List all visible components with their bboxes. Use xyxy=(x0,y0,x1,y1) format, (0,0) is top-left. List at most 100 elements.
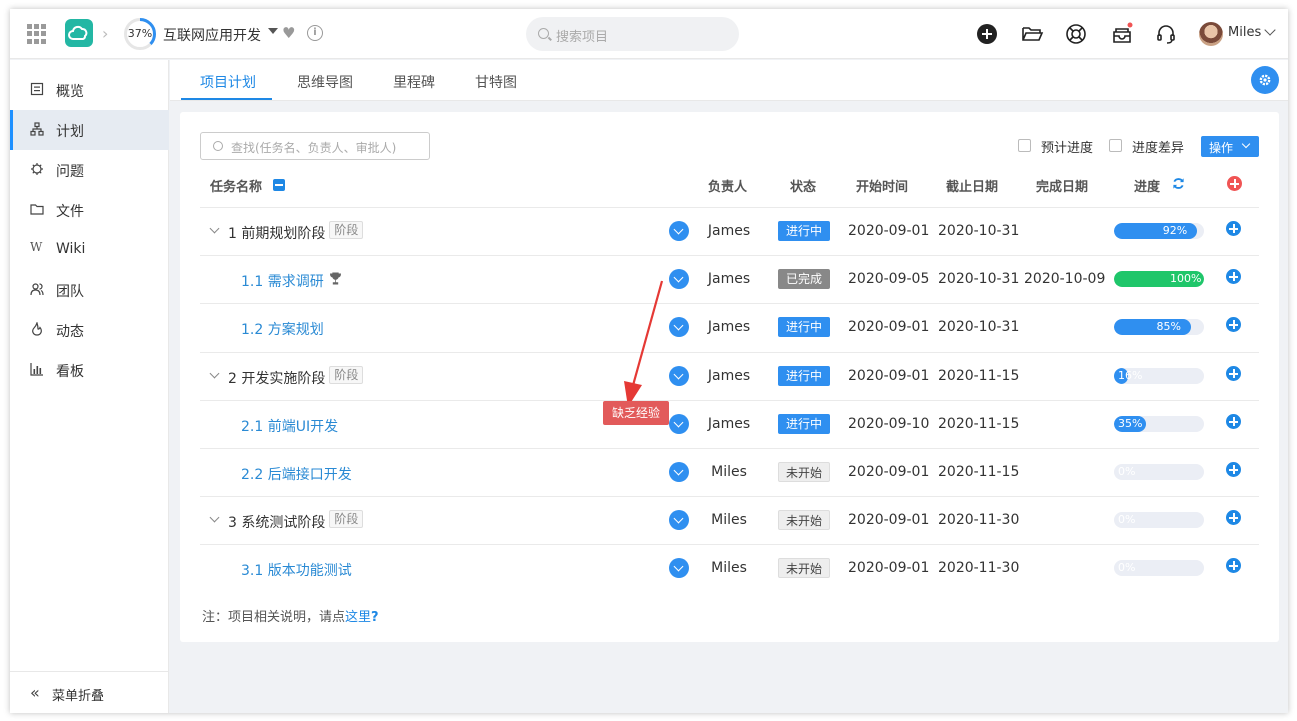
expand-chevron-icon[interactable] xyxy=(209,512,220,523)
project-dropdown-icon[interactable] xyxy=(268,28,278,34)
task-name[interactable]: 1.2 方案规划 xyxy=(241,319,324,339)
filter-placeholder: 查找(任务名、负责人、审批人) xyxy=(231,141,397,155)
sidebar-item-overview[interactable]: 概览 xyxy=(10,70,169,110)
add-subtask-icon[interactable] xyxy=(1226,366,1241,381)
task-filter-input[interactable]: 查找(任务名、负责人、审批人) xyxy=(200,132,430,160)
task-deadline: 2020-11-15 xyxy=(938,464,1020,480)
add-subtask-icon[interactable] xyxy=(1226,510,1241,525)
sidebar-item-label: 问题 xyxy=(56,164,84,180)
task-deadline: 2020-10-31 xyxy=(938,223,1020,239)
task-owner: James xyxy=(707,368,751,384)
stage-tag: 阶段 xyxy=(329,221,364,239)
table-row[interactable]: 2.1 前端UI开发 James 进行中 2020-09-10 2020-11-15 35… xyxy=(200,400,1259,448)
progress-text: 85% xyxy=(1156,320,1181,333)
table-row[interactable]: 2.2 后端接口开发 Miles 未开始 2020-09-01 2020-11-15 0% xyxy=(200,448,1259,496)
sidebar-item-label: 看板 xyxy=(56,364,84,380)
sidebar-item-plan[interactable]: 计划 xyxy=(10,110,169,150)
favorite-heart-icon[interactable]: ♥ xyxy=(282,24,295,42)
sidebar-item-label: 动态 xyxy=(56,324,84,340)
planned-progress-checkbox[interactable] xyxy=(1018,139,1031,152)
task-start-date: 2020-09-10 xyxy=(848,416,930,432)
task-start-date: 2020-09-01 xyxy=(848,223,930,239)
add-subtask-icon[interactable] xyxy=(1226,414,1241,429)
add-subtask-icon[interactable] xyxy=(1226,269,1241,284)
table-row[interactable]: 2 开发实施阶段 阶段 James 进行中 2020-09-01 2020-11-15 16… xyxy=(200,352,1259,400)
settings-button[interactable] xyxy=(1251,66,1279,94)
table-row[interactable]: 1 前期规划阶段 阶段 James 进行中 2020-09-01 2020-10-31 92… xyxy=(200,207,1259,255)
active-tab-indicator xyxy=(181,98,272,100)
expand-chevron-icon[interactable] xyxy=(209,223,220,234)
tab-bar: 项目计划 思维导图 里程碑 甘特图 xyxy=(170,60,1288,101)
trophy-icon xyxy=(329,272,341,285)
operate-dropdown-button[interactable]: 操作 xyxy=(1201,136,1259,157)
collapse-all-icon[interactable] xyxy=(273,179,285,191)
status-badge: 进行中 xyxy=(778,366,830,386)
task-name[interactable]: 2.1 前端UI开发 xyxy=(241,416,338,436)
task-owner: Miles xyxy=(711,464,747,480)
tab-gantt[interactable]: 甘特图 xyxy=(475,72,517,92)
add-subtask-icon[interactable] xyxy=(1226,221,1241,236)
sidebar-item-files[interactable]: 文件 xyxy=(10,190,169,230)
help-lifebuoy-icon[interactable] xyxy=(1064,22,1088,46)
sidebar-item-board[interactable]: 看板 xyxy=(10,350,169,390)
user-avatar[interactable] xyxy=(1199,22,1223,46)
row-action-dropdown-icon[interactable] xyxy=(669,462,689,482)
task-name[interactable]: 2.2 后端接口开发 xyxy=(241,464,352,484)
add-subtask-icon[interactable] xyxy=(1226,317,1241,332)
column-header-start: 开始时间 xyxy=(856,180,909,195)
sidebar-item-activity[interactable]: 动态 xyxy=(10,310,169,350)
row-action-dropdown-icon[interactable] xyxy=(669,221,689,241)
app-logo[interactable] xyxy=(65,19,93,47)
project-search[interactable]: 搜索项目 xyxy=(526,17,739,51)
task-deadline: 2020-11-30 xyxy=(938,512,1020,528)
table-row[interactable]: 3 系统测试阶段 阶段 Miles 未开始 2020-09-01 2020-11-30 0% xyxy=(200,496,1259,544)
progress-bar: 0% xyxy=(1114,464,1204,480)
task-name[interactable]: 3.1 版本功能测试 xyxy=(241,560,352,580)
row-action-dropdown-icon[interactable] xyxy=(669,510,689,530)
breadcrumb-chevron-icon: › xyxy=(102,24,109,43)
add-task-icon[interactable] xyxy=(1227,176,1242,191)
info-icon[interactable]: i xyxy=(307,25,323,41)
user-menu-chevron-icon[interactable] xyxy=(1264,24,1276,36)
progress-bar: 100% xyxy=(1114,271,1204,287)
table-row[interactable]: 1.2 方案规划 James 进行中 2020-09-01 2020-10-31 85% xyxy=(200,303,1259,351)
add-circle-icon[interactable] xyxy=(975,22,999,46)
refresh-icon[interactable] xyxy=(1172,177,1185,190)
row-action-dropdown-icon[interactable] xyxy=(669,317,689,337)
sidebar-item-team[interactable]: 团队 xyxy=(10,270,169,310)
sidebar-item-label: 计划 xyxy=(56,124,84,140)
tab-project-plan[interactable]: 项目计划 xyxy=(200,72,256,92)
row-action-dropdown-icon[interactable] xyxy=(669,269,689,289)
table-row[interactable]: 1.1 需求调研 James 已完成 2020-09-05 2020-10-31 2020… xyxy=(200,255,1259,303)
operate-label: 操作 xyxy=(1209,141,1234,155)
app-grid-icon[interactable] xyxy=(27,24,47,44)
top-bar: › 37% 互联网应用开发 ♥ i 搜索项目 Miles xyxy=(10,9,1288,59)
user-name[interactable]: Miles xyxy=(1228,25,1261,40)
progress-diff-checkbox[interactable] xyxy=(1109,139,1122,152)
task-owner: Miles xyxy=(711,512,747,528)
folder-open-icon[interactable] xyxy=(1020,22,1044,46)
task-name[interactable]: 1.1 需求调研 xyxy=(241,271,324,291)
footnote-link[interactable]: 这里 xyxy=(345,610,371,625)
menu-collapse-button[interactable]: « 菜单折叠 xyxy=(10,671,169,713)
add-subtask-icon[interactable] xyxy=(1226,462,1241,477)
row-action-dropdown-icon[interactable] xyxy=(669,558,689,578)
progress-bar: 0% xyxy=(1114,560,1204,576)
support-headset-icon[interactable] xyxy=(1154,22,1178,46)
help-question-icon[interactable]: ? xyxy=(371,610,379,625)
inbox-notification-icon[interactable] xyxy=(1110,22,1134,46)
annotation-arrow-icon xyxy=(624,280,664,407)
search-icon xyxy=(213,141,223,151)
tab-milestones[interactable]: 里程碑 xyxy=(393,72,435,92)
row-action-dropdown-icon[interactable] xyxy=(669,414,689,434)
expand-chevron-icon[interactable] xyxy=(209,368,220,379)
progress-bar: 85% xyxy=(1114,319,1204,335)
sidebar-item-wiki[interactable]: W Wiki xyxy=(10,230,169,270)
table-row[interactable]: 3.1 版本功能测试 Miles 未开始 2020-09-01 2020-11-30 0% xyxy=(200,544,1259,592)
row-action-dropdown-icon[interactable] xyxy=(669,366,689,386)
project-title[interactable]: 互联网应用开发 xyxy=(163,25,261,45)
add-subtask-icon[interactable] xyxy=(1226,558,1241,573)
tab-mind-map[interactable]: 思维导图 xyxy=(297,72,353,92)
progress-diff-label: 进度差异 xyxy=(1132,141,1185,156)
sidebar-item-issues[interactable]: 问题 xyxy=(10,150,169,190)
